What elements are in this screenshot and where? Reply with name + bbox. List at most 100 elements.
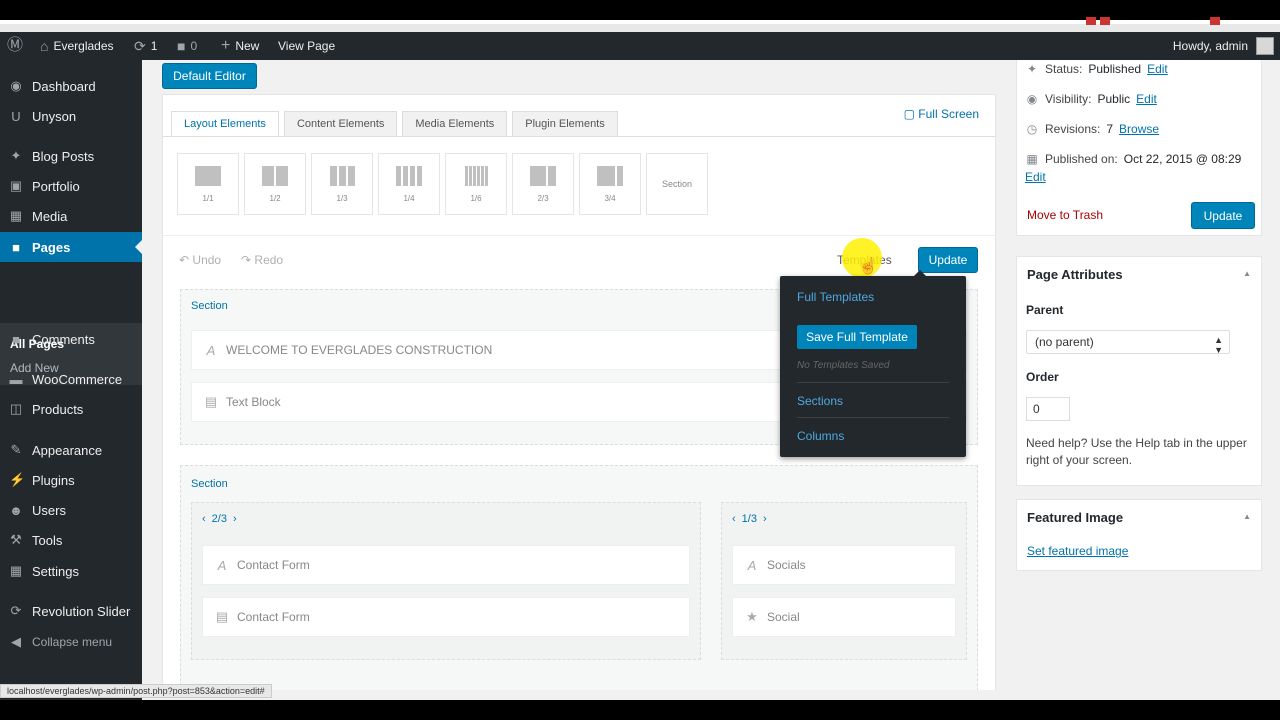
default-editor-button[interactable]: Default Editor — [162, 63, 257, 89]
sidebar-item-tools[interactable]: ⚒ Tools — [0, 525, 142, 555]
sidebar-item-label: Blog Posts — [32, 148, 95, 164]
tab-plugin-elements[interactable]: Plugin Elements — [512, 111, 618, 137]
element-label: Contact Form — [237, 558, 310, 572]
edit-visibility-link[interactable]: Edit — [1136, 92, 1157, 106]
chevron-left-icon[interactable]: ‹ — [732, 513, 736, 525]
update-button[interactable]: Update — [1191, 202, 1255, 229]
palette-label: 1/6 — [470, 193, 482, 203]
chevron-left-icon[interactable]: ‹ — [202, 513, 206, 525]
new-label: New — [235, 39, 260, 53]
element-row[interactable]: ★ Social — [732, 597, 956, 637]
featured-image-box: Featured Image ▲ Set featured image — [1016, 499, 1262, 571]
sidebar-item-plugins[interactable]: ⚡ Plugins — [0, 465, 142, 495]
comments-count: 0 — [190, 39, 198, 53]
browser-extension-icon[interactable] — [1210, 17, 1220, 25]
palette-column-1-4[interactable]: 1/4 — [378, 153, 440, 215]
column-2-3[interactable]: ‹ 2/3 › A Contact Form ▤ Contact Form — [191, 502, 701, 660]
browser-extension-icon[interactable] — [1100, 17, 1110, 25]
palette-section[interactable]: Section — [646, 153, 708, 215]
full-screen-label: Full Screen — [918, 107, 979, 121]
clock-icon: ◷ — [1026, 122, 1038, 136]
wordpress-logo-icon[interactable]: Ⓜ — [7, 32, 23, 60]
edit-status-link[interactable]: Edit — [1147, 62, 1168, 76]
sidebar-item-woocommerce[interactable]: ▬ WooCommerce — [0, 364, 142, 394]
palette-column-3-4[interactable]: 3/4 — [579, 153, 641, 215]
order-input[interactable]: 0 — [1026, 397, 1070, 421]
browser-chrome — [0, 0, 1280, 32]
status-row: ✦ Status: Published Edit — [1025, 62, 1168, 76]
section-2[interactable]: Section ‹ 2/3 › A Contact Form ▤ Contact… — [180, 465, 978, 701]
sidebar-item-media[interactable]: ▦ Media — [0, 201, 142, 231]
column-width-label: 2/3 — [211, 513, 227, 525]
sidebar-item-blog-posts[interactable]: ✦ Blog Posts — [0, 141, 142, 171]
element-row[interactable]: A Contact Form — [202, 545, 690, 585]
sidebar-item-portfolio[interactable]: ▣ Portfolio — [0, 171, 142, 201]
site-name-link[interactable]: ⌂ Everglades — [40, 32, 114, 60]
sidebar-item-comments[interactable]: ■ Comments — [0, 324, 142, 354]
move-to-trash-link[interactable]: Move to Trash — [1027, 208, 1103, 222]
section-title[interactable]: Section — [191, 300, 228, 312]
sidebar-item-dashboard[interactable]: ◉ Dashboard — [0, 71, 142, 101]
save-full-template-button[interactable]: Save Full Template — [797, 325, 917, 349]
palette-column-1-2[interactable]: 1/2 — [244, 153, 306, 215]
slider-icon: ⟳ — [10, 603, 22, 618]
column-width-control[interactable]: ‹ 1/3 › — [732, 513, 767, 525]
revisions-label: Revisions: — [1045, 122, 1101, 136]
chevron-right-icon[interactable]: › — [763, 513, 767, 525]
avatar[interactable] — [1256, 37, 1274, 55]
palette-column-1-1[interactable]: 1/1 — [177, 153, 239, 215]
section-title[interactable]: Section — [191, 478, 228, 490]
new-content-link[interactable]: + New — [221, 32, 259, 60]
undo-button[interactable]: ↶ Undo — [179, 253, 221, 267]
element-row[interactable]: A Socials — [732, 545, 956, 585]
full-screen-link[interactable]: ▢ Full Screen — [904, 107, 979, 121]
element-label: Contact Form — [237, 610, 310, 624]
dashboard-icon: ◉ — [10, 78, 22, 93]
comments-link[interactable]: ■ 0 — [177, 32, 197, 60]
full-templates-link[interactable]: Full Templates — [797, 290, 874, 304]
columns-link[interactable]: Columns — [797, 429, 844, 443]
sidebar-item-pages[interactable]: ■ Pages — [0, 232, 142, 262]
visibility-label: Visibility: — [1045, 92, 1092, 106]
palette-divider — [163, 235, 995, 236]
tab-content-elements[interactable]: Content Elements — [283, 111, 398, 137]
palette-column-1-3[interactable]: 1/3 — [311, 153, 373, 215]
sections-link[interactable]: Sections — [797, 394, 843, 408]
set-featured-image-link[interactable]: Set featured image — [1027, 544, 1128, 558]
parent-select[interactable]: (no parent) ▲ ▼ — [1026, 330, 1230, 355]
tab-media-elements[interactable]: Media Elements — [402, 111, 508, 137]
palette-column-2-3[interactable]: 2/3 — [512, 153, 574, 215]
element-label: Social — [767, 610, 800, 624]
updates-link[interactable]: ⟳ 1 — [134, 32, 157, 60]
unyson-icon: U — [11, 108, 21, 124]
builder-update-button[interactable]: Update — [918, 247, 978, 273]
sidebar-item-users[interactable]: ☻ Users — [0, 495, 142, 525]
view-page-link[interactable]: View Page — [278, 32, 335, 60]
account-menu[interactable]: Howdy, admin — [1173, 32, 1248, 60]
element-row[interactable]: ▤ Contact Form — [202, 597, 690, 637]
redo-button[interactable]: ↷ Redo — [241, 253, 283, 267]
sidebar-item-appearance[interactable]: ✎ Appearance — [0, 435, 142, 465]
collapse-menu-button[interactable]: ◀ Collapse menu — [0, 627, 142, 657]
form-icon: ▤ — [215, 609, 229, 624]
column-width-control[interactable]: ‹ 2/3 › — [202, 513, 237, 525]
tab-layout-elements[interactable]: Layout Elements — [171, 111, 279, 137]
browse-revisions-link[interactable]: Browse — [1119, 122, 1159, 136]
sidebar-item-label: Dashboard — [32, 78, 96, 94]
undo-label: Undo — [192, 253, 222, 267]
triangle-up-icon[interactable]: ▲ — [1243, 269, 1251, 278]
no-templates-message: No Templates Saved — [797, 360, 890, 371]
status-label: Status: — [1045, 62, 1083, 76]
sidebar-item-unyson[interactable]: U Unyson — [0, 101, 142, 131]
eye-icon: ◉ — [1026, 92, 1038, 106]
users-icon: ☻ — [9, 502, 23, 518]
sidebar-item-products[interactable]: ◫ Products — [0, 394, 142, 424]
palette-column-1-6[interactable]: 1/6 — [445, 153, 507, 215]
column-1-3[interactable]: ‹ 1/3 › A Socials ★ Social — [721, 502, 967, 660]
browser-extension-icon[interactable] — [1086, 17, 1096, 25]
sidebar-item-settings[interactable]: ▦ Settings — [0, 556, 142, 586]
edit-date-link[interactable]: Edit — [1025, 170, 1046, 184]
sidebar-item-revolution-slider[interactable]: ⟳ Revolution Slider — [0, 596, 142, 626]
triangle-up-icon[interactable]: ▲ — [1243, 512, 1251, 521]
chevron-right-icon[interactable]: › — [233, 513, 237, 525]
